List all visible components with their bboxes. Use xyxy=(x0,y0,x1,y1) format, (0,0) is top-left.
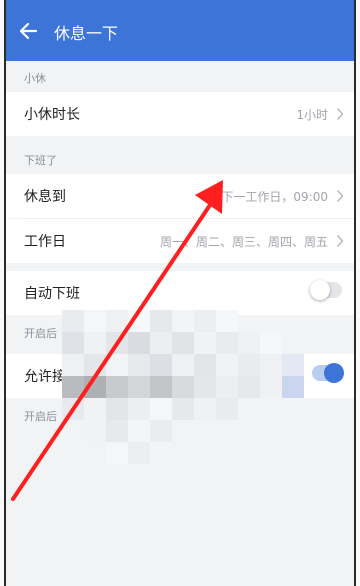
workdays-value: 周一、周二、周三、周四、周五 xyxy=(159,235,328,249)
workdays-row[interactable]: 工作日 周一、周二、周三、周四、周五 xyxy=(6,219,354,263)
rest-until-label: 休息到 xyxy=(24,189,66,205)
rest-until-value: 下一工作日，09:00 xyxy=(221,190,328,204)
break-duration-value: 1小时 xyxy=(296,108,328,122)
section-label-off-work: 下班了 xyxy=(24,154,57,167)
allow-hint: 开启后 xyxy=(24,410,57,423)
pixelated-redaction xyxy=(62,310,354,490)
allow-label: 允许接 xyxy=(24,369,66,385)
rest-until-row[interactable]: 休息到 下一工作日，09:00 xyxy=(6,174,354,218)
right-edge-strip xyxy=(356,0,360,586)
phone-screen: 休息一下 小休 小休时长 1小时 下班了 休息到 下一工作日，09:00 工作日… xyxy=(4,0,356,586)
auto-off-work-row: 自动下班 xyxy=(6,271,354,315)
chevron-right-icon xyxy=(336,108,344,120)
toggle-knob xyxy=(310,280,330,300)
break-duration-label: 小休时长 xyxy=(24,107,80,123)
app-header: 休息一下 xyxy=(6,0,354,61)
workdays-label: 工作日 xyxy=(24,234,66,250)
auto-off-work-label: 自动下班 xyxy=(24,286,80,302)
auto-off-work-toggle[interactable] xyxy=(310,280,342,300)
auto-off-work-hint: 开启后 xyxy=(24,327,57,340)
arrow-left-icon[interactable] xyxy=(16,18,42,44)
chevron-right-icon xyxy=(336,235,344,247)
page-title: 休息一下 xyxy=(54,24,119,43)
section-label-break: 小休 xyxy=(24,72,46,85)
break-duration-row[interactable]: 小休时长 1小时 xyxy=(6,92,354,136)
chevron-right-icon xyxy=(336,190,344,202)
